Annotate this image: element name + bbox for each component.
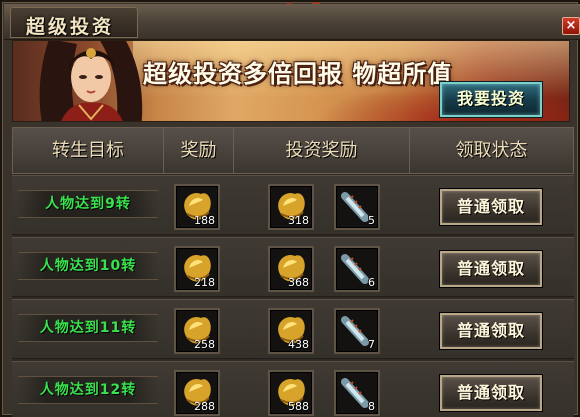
invest-reward-quantity: 588 [288, 400, 309, 413]
close-icon: × [565, 18, 577, 33]
invest-reward-quantity: 368 [288, 276, 309, 289]
reward-quantity: 258 [194, 338, 215, 351]
reward-quantity: 288 [194, 400, 215, 413]
banner-slogan: 超级投资多倍回报 物超所值 [143, 59, 453, 88]
invest-reward-slot[interactable]: 438 [268, 308, 314, 354]
table-row: 人物达到9转 188 318 5 普通领取 [12, 175, 574, 235]
invest-reward-quantity: 318 [288, 214, 309, 227]
table-row: 人物达到12转 288 588 8 普通领取 [12, 361, 574, 417]
invest-extra-quantity: 8 [368, 400, 375, 413]
claim-button[interactable]: 普通领取 [440, 313, 542, 349]
header-invest-reward: 投资奖励 [234, 128, 410, 173]
close-button[interactable]: × [562, 17, 580, 35]
target-label: 人物达到9转 [18, 190, 158, 218]
invest-extra-slot[interactable]: 6 [334, 246, 380, 292]
header-claim-status: 领取状态 [455, 140, 528, 161]
table-header: 转生目标 奖励 投资奖励 领取状态 [12, 127, 574, 174]
invest-extra-quantity: 7 [368, 338, 375, 351]
table-row: 人物达到11转 258 438 7 普通领取 [12, 299, 574, 359]
invest-reward-slot[interactable]: 318 [268, 184, 314, 230]
claim-button[interactable]: 普通领取 [440, 189, 542, 225]
invest-extra-slot[interactable]: 7 [334, 308, 380, 354]
invest-extra-quantity: 5 [368, 214, 375, 227]
claim-button[interactable]: 普通领取 [440, 375, 542, 411]
claim-button[interactable]: 普通领取 [440, 251, 542, 287]
reward-table: 转生目标 奖励 投资奖励 领取状态 人物达到9转 188 318 5 普通领取 … [12, 127, 574, 417]
reward-slot[interactable]: 188 [174, 184, 220, 230]
super-investment-window: 超级投资 × 超级投资多倍回报 物超所值 我要投资 转生目标 奖励 投资奖励 领… [0, 0, 580, 417]
invest-reward-slot[interactable]: 588 [268, 370, 314, 416]
window-title: 超级投资 [26, 16, 115, 38]
invest-extra-slot[interactable]: 8 [334, 370, 380, 416]
reward-slot[interactable]: 218 [174, 246, 220, 292]
reward-slot[interactable]: 288 [174, 370, 220, 416]
invest-reward-slot[interactable]: 368 [268, 246, 314, 292]
reward-quantity: 188 [194, 214, 215, 227]
target-label: 人物达到12转 [18, 376, 158, 404]
table-row: 人物达到10转 218 368 6 普通领取 [12, 237, 574, 297]
header-target: 转生目标 [13, 128, 164, 173]
title-bar: 超级投资 × [4, 4, 580, 40]
invest-reward-quantity: 438 [288, 338, 309, 351]
invest-button[interactable]: 我要投资 [440, 82, 542, 117]
invest-extra-quantity: 6 [368, 276, 375, 289]
header-reward: 奖励 [164, 128, 234, 173]
target-label: 人物达到10转 [18, 252, 158, 280]
heroine-portrait [39, 41, 143, 121]
target-label: 人物达到11转 [18, 314, 158, 342]
reward-slot[interactable]: 258 [174, 308, 220, 354]
invest-extra-slot[interactable]: 5 [334, 184, 380, 230]
reward-quantity: 218 [194, 276, 215, 289]
